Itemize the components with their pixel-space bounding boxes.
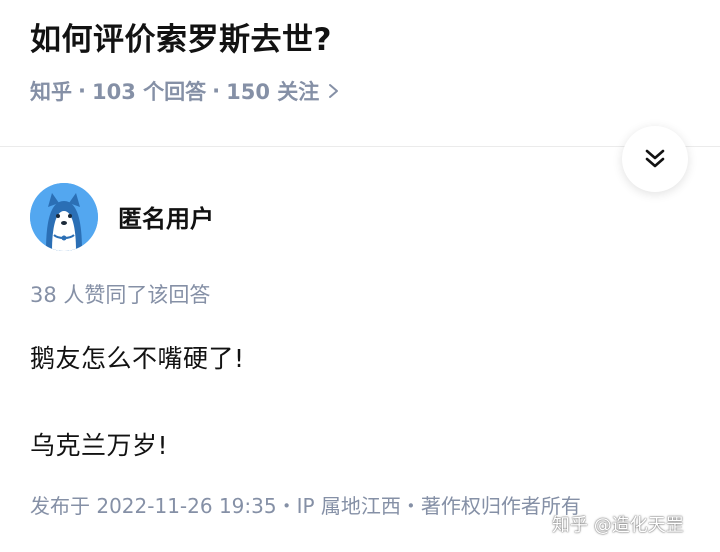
vote-count: 38 人赞同了该回答: [30, 283, 211, 307]
meta-separator: ·: [78, 79, 86, 103]
answer-page: 如何评价索罗斯去世? 知乎 · 103 个回答 · 150 关注 匿名用户 38…: [0, 0, 720, 552]
collapse-button[interactable]: [622, 126, 688, 192]
source-label: 知乎: [30, 80, 72, 104]
author-name[interactable]: 匿名用户: [118, 199, 214, 234]
answer-count: 103 个回答: [91, 80, 207, 104]
follower-count: 150 关注: [226, 80, 320, 104]
divider: [0, 146, 720, 147]
question-meta[interactable]: 知乎 · 103 个回答 · 150 关注: [30, 76, 341, 106]
double-chevron-down-icon: [645, 149, 665, 168]
question-title[interactable]: 如何评价索罗斯去世?: [30, 14, 332, 59]
meta-separator: ·: [212, 79, 221, 103]
answer-paragraph: 鹅友怎么不嘴硬了!: [30, 344, 245, 373]
publish-info: 发布于 2022-11-26 19:35・IP 属地江西・著作权归作者所有: [30, 494, 581, 518]
avatar[interactable]: [30, 183, 98, 251]
husky-avatar-icon: [30, 183, 98, 251]
answer-paragraph: 乌克兰万岁!: [30, 431, 169, 460]
chevron-right-icon: [329, 84, 339, 98]
watermark: 知乎 @造化天罡: [552, 515, 684, 536]
